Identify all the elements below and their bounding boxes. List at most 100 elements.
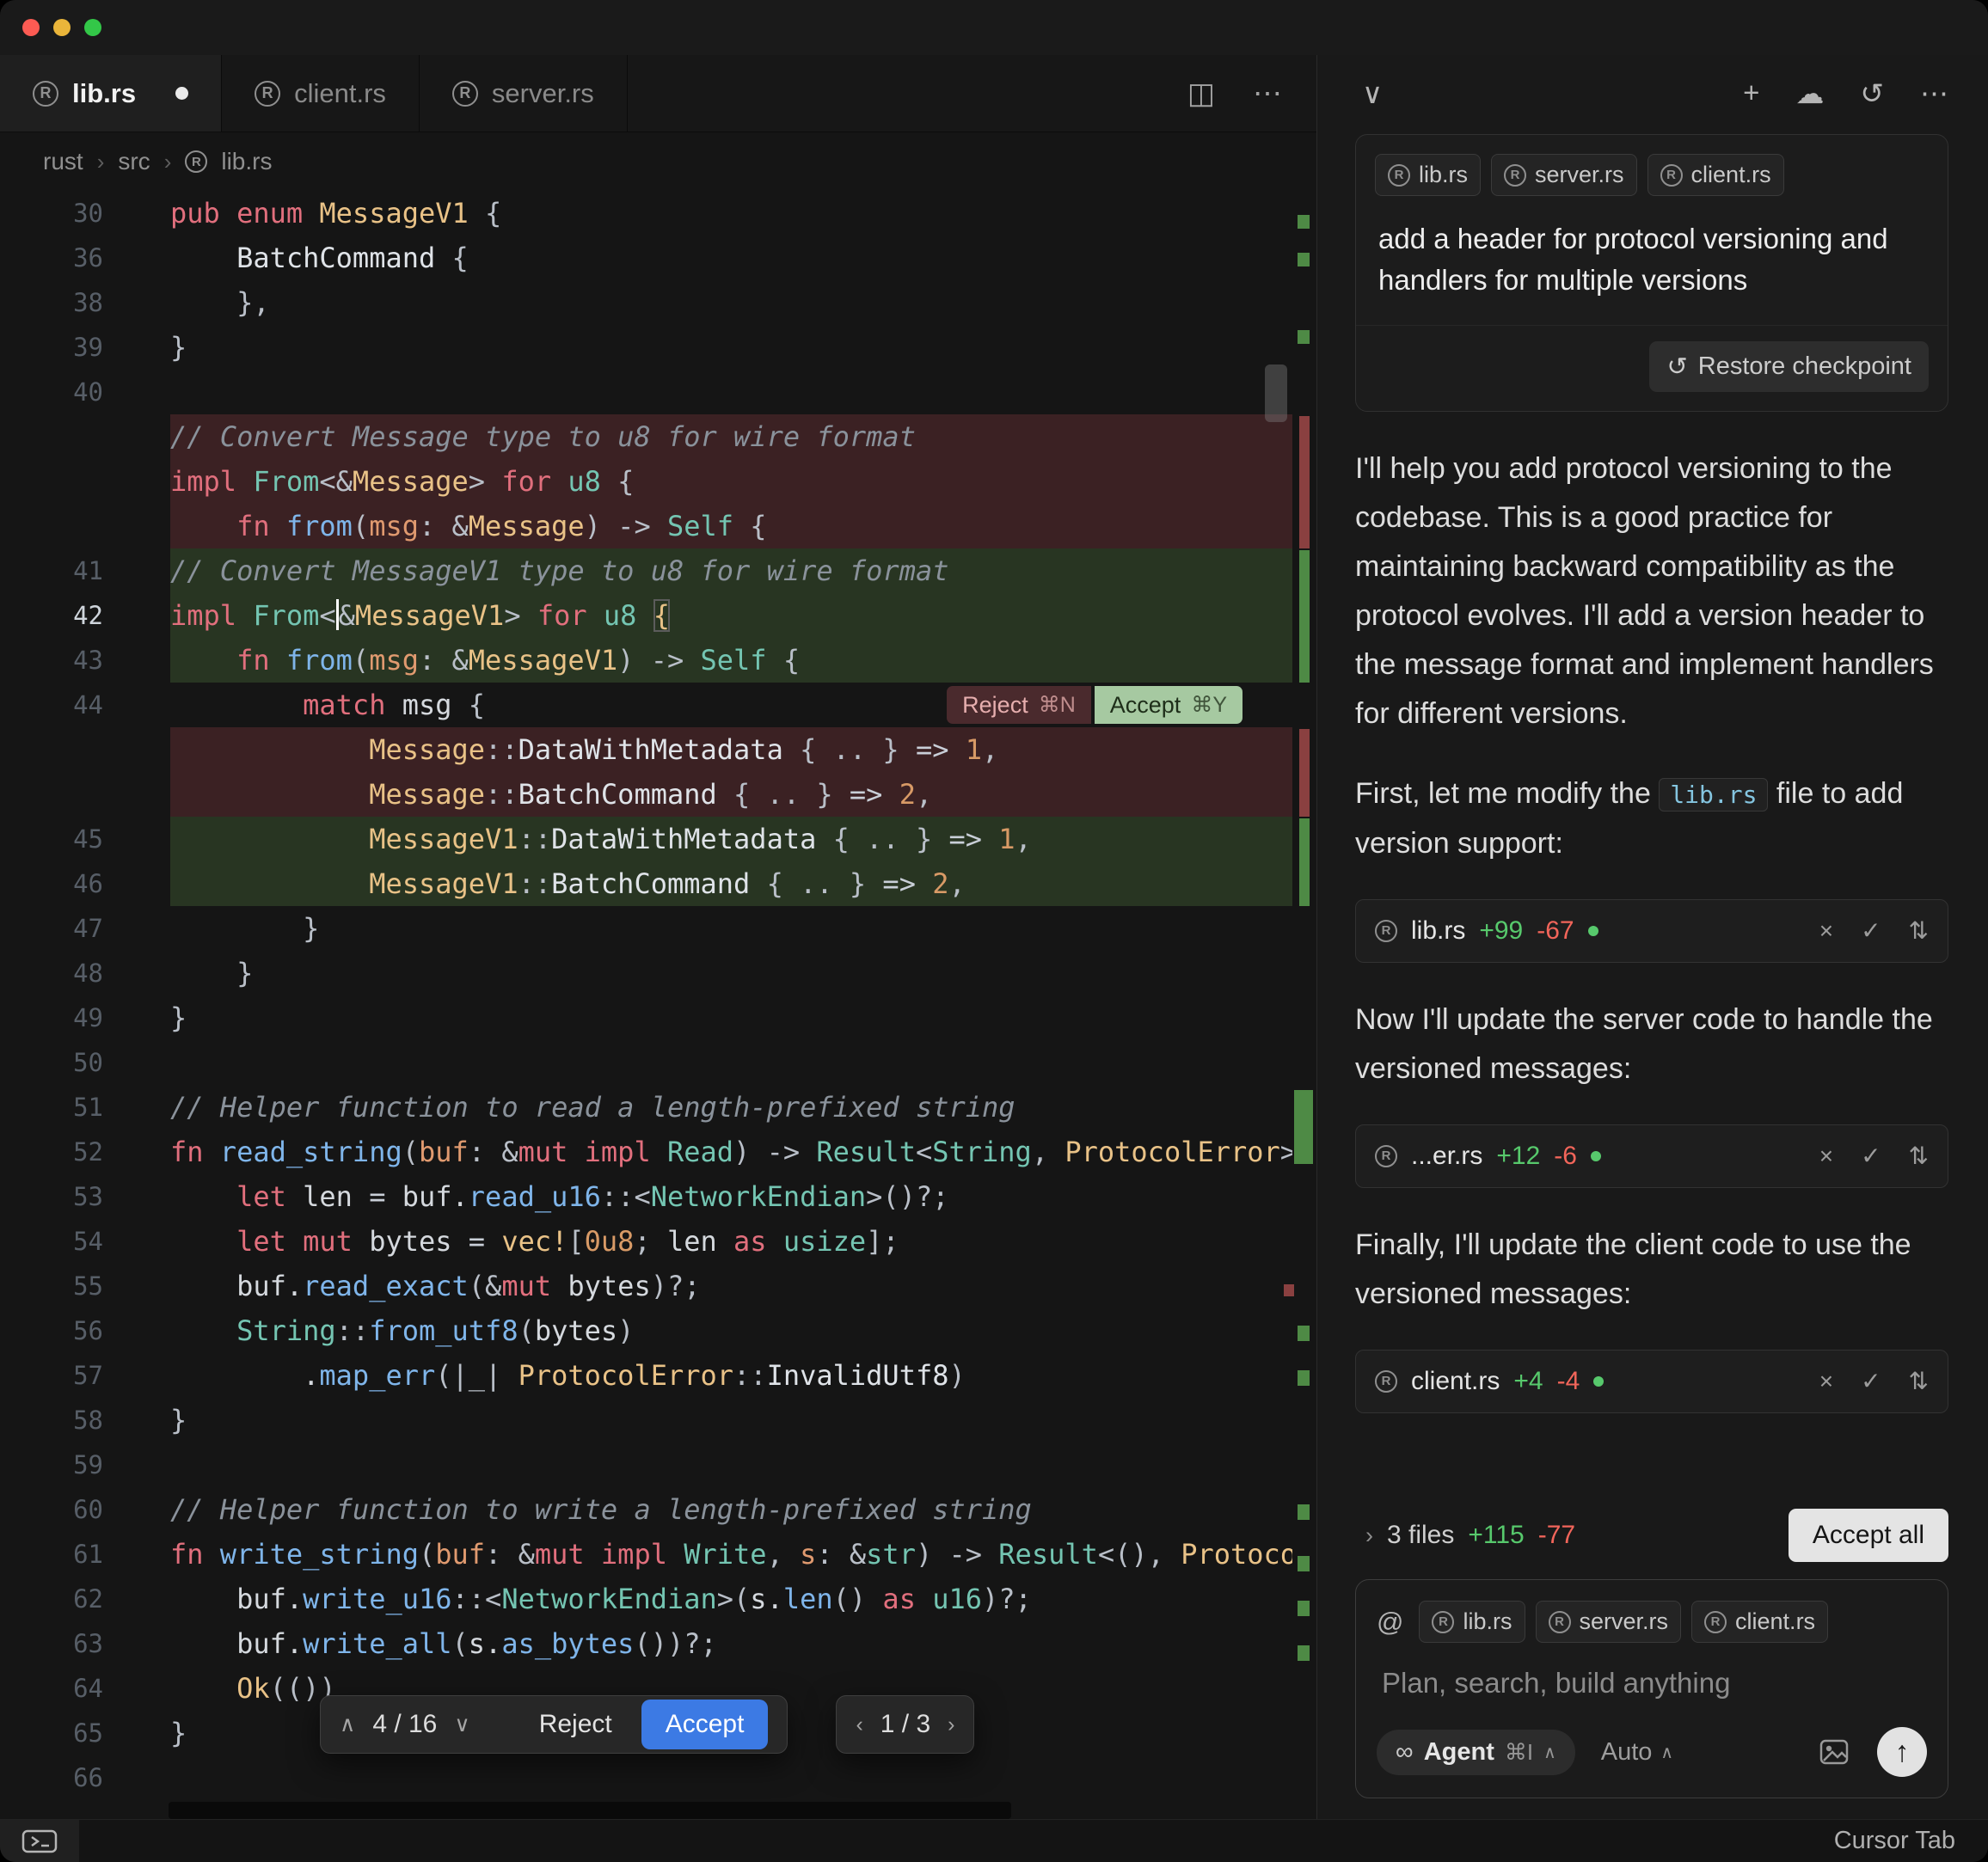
minimize-window-button[interactable]: [53, 19, 71, 36]
code-line: 58}: [0, 1398, 1316, 1442]
tab-client-rs[interactable]: R client.rs: [222, 55, 420, 132]
composer-pill-client-rs[interactable]: R client.rs: [1691, 1601, 1828, 1643]
reject-file-icon[interactable]: ×: [1819, 1142, 1833, 1170]
rust-file-icon: R: [1549, 1611, 1571, 1633]
code-line: 38 },: [0, 280, 1316, 325]
code-editor[interactable]: 30pub enum MessageV1 {36 BatchCommand {3…: [0, 191, 1316, 1819]
restore-checkpoint-button[interactable]: ↺ Restore checkpoint: [1649, 341, 1929, 392]
tab-server-rs[interactable]: R server.rs: [420, 55, 628, 132]
image-icon: [1817, 1735, 1851, 1769]
line-number: 57: [0, 1361, 103, 1390]
agent-mode-selector[interactable]: ∞ Agent ⌘I ∧: [1377, 1730, 1575, 1775]
zoom-window-button[interactable]: [84, 19, 101, 36]
accept-button[interactable]: Accept: [641, 1700, 769, 1749]
next-file-button[interactable]: ›: [948, 1712, 954, 1737]
new-chat-icon[interactable]: +: [1743, 77, 1759, 109]
agent-shortcut: ⌘I: [1505, 1739, 1533, 1766]
code-line: 43 fn from(msg: &MessageV1) -> Self {: [0, 638, 1316, 683]
breadcrumb-item-src[interactable]: src: [118, 148, 150, 175]
file-name: client.rs: [1411, 1367, 1500, 1396]
assistant-paragraph: Finally, I'll update the client code to …: [1355, 1221, 1948, 1319]
arrow-up-icon: ↑: [1895, 1736, 1910, 1769]
cursor-tab-status[interactable]: Cursor Tab: [1834, 1827, 1988, 1855]
expand-file-icon[interactable]: ⇅: [1909, 1142, 1929, 1170]
reject-file-icon[interactable]: ×: [1819, 1368, 1833, 1395]
reject-button[interactable]: Reject: [527, 1710, 624, 1739]
removed-count: -4: [1557, 1367, 1580, 1396]
code-rows: 30pub enum MessageV1 {36 BatchCommand {3…: [0, 191, 1316, 1800]
total-removed: -77: [1538, 1521, 1575, 1550]
composer-pill-lib-rs[interactable]: R lib.rs: [1419, 1601, 1525, 1643]
line-number: 49: [0, 1003, 103, 1032]
pill-label: server.rs: [1535, 162, 1624, 188]
tab-lib-rs[interactable]: R lib.rs: [0, 55, 222, 132]
rust-file-icon: R: [255, 81, 280, 107]
text: First, let me modify the: [1355, 777, 1659, 810]
accept-file-icon[interactable]: ✓: [1861, 1367, 1881, 1395]
reject-hunk-button[interactable]: Reject⌘N: [947, 686, 1091, 724]
attach-image-button[interactable]: [1817, 1735, 1851, 1769]
prev-file-button[interactable]: ‹: [856, 1712, 862, 1737]
model-selector[interactable]: Auto ∧: [1601, 1738, 1673, 1767]
code-line: 51// Helper function to read a length-pr…: [0, 1085, 1316, 1130]
accept-file-icon[interactable]: ✓: [1861, 916, 1881, 945]
code-line: 62 buf.write_u16::<NetworkEndian>(s.len(…: [0, 1577, 1316, 1621]
accept-hunk-button[interactable]: Accept⌘Y: [1095, 686, 1242, 724]
line-number: 48: [0, 959, 103, 988]
expand-file-icon[interactable]: ⇅: [1909, 916, 1929, 945]
composer-pill-server-rs[interactable]: R server.rs: [1536, 1601, 1682, 1643]
editor-actions: ◫ ⋯: [1187, 55, 1316, 132]
expand-summary-icon[interactable]: ›: [1365, 1522, 1373, 1549]
chat-more-icon[interactable]: ⋯: [1920, 77, 1948, 110]
prev-diff-button[interactable]: ∧: [340, 1712, 355, 1737]
toggle-panel-button[interactable]: [0, 1820, 79, 1862]
code-line: 57 .map_err(|_| ProtocolError::InvalidUt…: [0, 1353, 1316, 1398]
app-window: R lib.rs R client.rs R server.rs ◫ ⋯: [0, 0, 1988, 1862]
editor-pane: R lib.rs R client.rs R server.rs ◫ ⋯: [0, 55, 1316, 1819]
line-number: 65: [0, 1718, 103, 1748]
accept-file-icon[interactable]: ✓: [1861, 1142, 1881, 1170]
collapse-chat-icon[interactable]: ∨: [1362, 77, 1383, 110]
tab-label: lib.rs: [72, 78, 136, 109]
cloud-icon[interactable]: ☁: [1795, 77, 1824, 110]
line-number: 51: [0, 1093, 103, 1122]
code-line: 60// Helper function to write a length-p…: [0, 1487, 1316, 1532]
reject-file-icon[interactable]: ×: [1819, 917, 1833, 945]
breadcrumb-item-rust[interactable]: rust: [43, 148, 83, 175]
line-number: 46: [0, 869, 103, 898]
code-line: 47 }: [0, 906, 1316, 951]
assistant-paragraph: Now I'll update the server code to handl…: [1355, 995, 1948, 1093]
next-diff-button[interactable]: ∨: [454, 1712, 469, 1737]
expand-file-icon[interactable]: ⇅: [1909, 1367, 1929, 1395]
close-window-button[interactable]: [22, 19, 40, 36]
editor-more-icon[interactable]: ⋯: [1253, 77, 1282, 111]
file-diff-card-lib-rs[interactable]: R lib.rs +99 -67 × ✓ ⇅: [1355, 899, 1948, 963]
context-pill-server-rs[interactable]: R server.rs: [1491, 154, 1637, 196]
code-line: 40: [0, 370, 1316, 414]
split-editor-icon[interactable]: ◫: [1187, 77, 1215, 111]
code-line: 36 BatchCommand {: [0, 236, 1316, 280]
horizontal-scrollbar[interactable]: [169, 1802, 1011, 1819]
breadcrumb[interactable]: rust › src › R lib.rs: [0, 132, 1316, 191]
titlebar: [0, 0, 1988, 55]
context-pill-lib-rs[interactable]: R lib.rs: [1375, 154, 1481, 196]
line-number: 64: [0, 1674, 103, 1703]
line-number: 61: [0, 1540, 103, 1569]
context-pill-client-rs[interactable]: R client.rs: [1647, 154, 1784, 196]
file-name: lib.rs: [1411, 916, 1465, 946]
rust-file-icon: R: [1704, 1611, 1727, 1633]
line-number: 62: [0, 1584, 103, 1614]
chat-input[interactable]: Plan, search, build anything: [1382, 1667, 1922, 1700]
send-button[interactable]: ↑: [1877, 1727, 1927, 1777]
mention-button[interactable]: @: [1377, 1607, 1403, 1638]
breadcrumb-item-file[interactable]: lib.rs: [221, 148, 272, 175]
file-diff-card-client-rs[interactable]: R client.rs +4 -4 × ✓ ⇅: [1355, 1350, 1948, 1413]
tab-bar: R lib.rs R client.rs R server.rs ◫ ⋯: [0, 55, 1316, 132]
assistant-paragraph: I'll help you add protocol versioning to…: [1355, 444, 1948, 738]
history-icon[interactable]: ↺: [1860, 77, 1884, 110]
line-number: 58: [0, 1406, 103, 1435]
scrollbar-thumb[interactable]: [1265, 364, 1287, 422]
restore-row: ↺ Restore checkpoint: [1356, 325, 1948, 392]
file-diff-card-server-rs[interactable]: R ...er.rs +12 -6 × ✓ ⇅: [1355, 1124, 1948, 1188]
accept-all-button[interactable]: Accept all: [1789, 1509, 1948, 1562]
